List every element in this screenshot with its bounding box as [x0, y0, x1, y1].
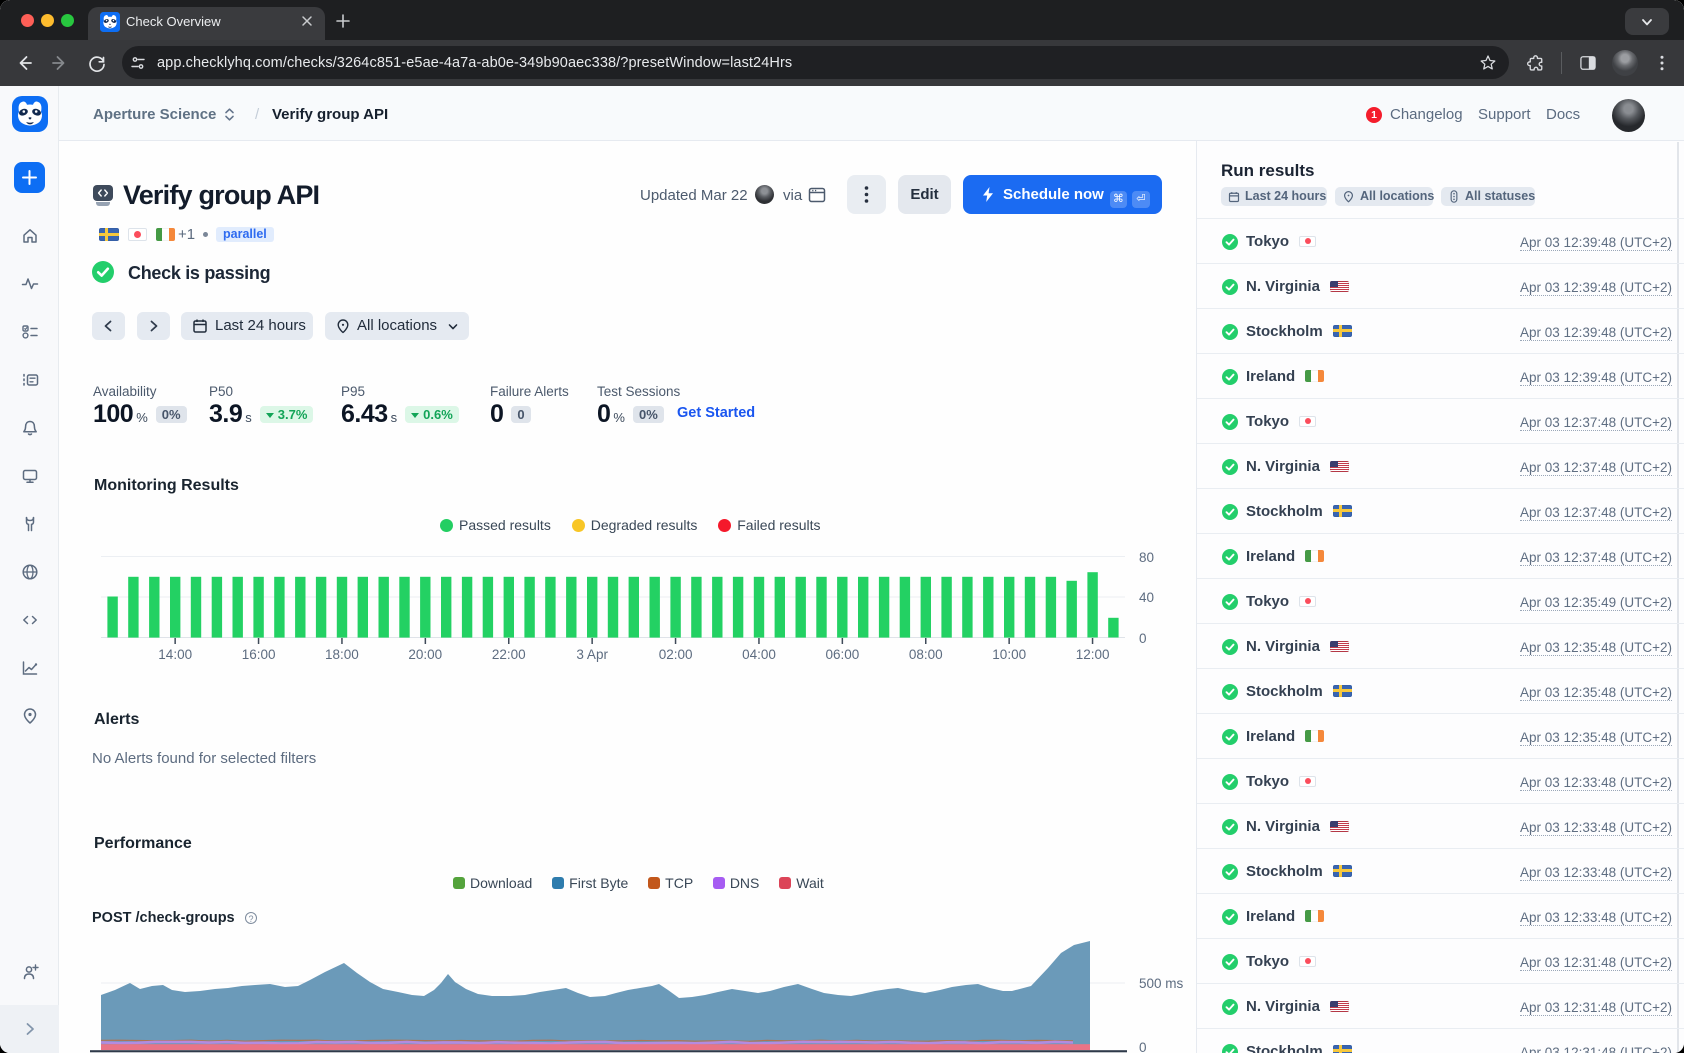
- svg-text:0: 0: [1139, 1040, 1147, 1053]
- svg-text:500 ms: 500 ms: [1139, 976, 1184, 991]
